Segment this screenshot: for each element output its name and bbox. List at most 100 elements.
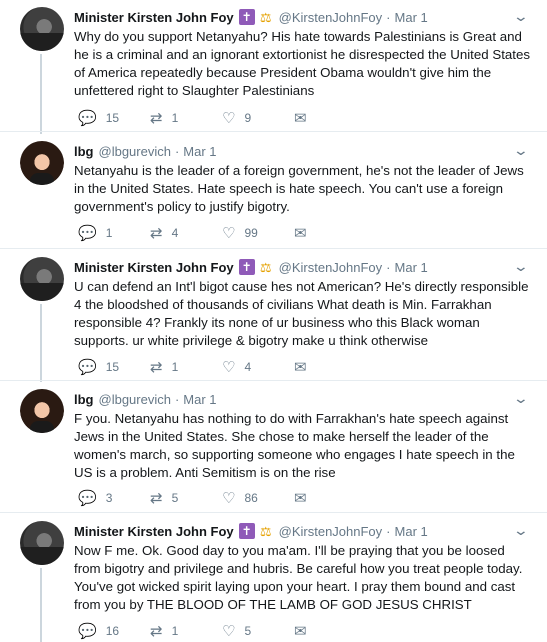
envelope-icon: ✉ — [294, 623, 307, 640]
tweet-5[interactable]: Minister Kirsten John Foy ✝ ⚖ @KirstenJo… — [0, 514, 547, 642]
avatar[interactable] — [20, 389, 64, 433]
tweet-1[interactable]: Minister Kirsten John Foy ✝ ⚖ @KirstenJo… — [0, 0, 547, 134]
envelope-icon: ✉ — [294, 225, 307, 242]
like-count: 4 — [244, 360, 252, 374]
reply-button[interactable]: 💬 3 — [78, 489, 150, 507]
retweet-icon: ⇄ — [150, 110, 163, 127]
thread-line — [40, 54, 42, 134]
author-handle[interactable]: @lbgurevich — [99, 144, 171, 159]
like-count: 86 — [244, 491, 258, 505]
retweet-count: 4 — [171, 226, 179, 240]
reply-icon: 💬 — [78, 110, 97, 127]
retweet-button[interactable]: ⇄ 1 — [150, 358, 222, 376]
retweet-icon: ⇄ — [150, 225, 163, 242]
like-count: 99 — [244, 226, 258, 240]
reply-button[interactable]: 💬 16 — [78, 622, 150, 640]
envelope-icon: ✉ — [294, 110, 307, 127]
dm-button[interactable]: ✉ — [294, 109, 324, 127]
name-badges: ✝ ⚖ — [238, 9, 274, 25]
thread-line — [40, 304, 42, 382]
tweet-text: Netanyahu is the leader of a foreign gov… — [74, 163, 524, 214]
heart-icon: ♡ — [222, 623, 236, 640]
tweet-date[interactable]: Mar 1 — [395, 10, 428, 25]
avatar[interactable] — [20, 7, 64, 51]
tweet-header: Minister Kirsten John Foy ✝ ⚖ @KirstenJo… — [74, 8, 527, 26]
separator-dot: · — [386, 259, 391, 275]
heart-icon: ♡ — [222, 110, 236, 127]
author-name[interactable]: Minister Kirsten John Foy — [74, 10, 234, 25]
scales-icon: ⚖ — [259, 9, 272, 25]
retweet-count: 5 — [171, 491, 179, 505]
tweet-date[interactable]: Mar 1 — [183, 392, 216, 407]
retweet-icon: ⇄ — [150, 490, 163, 507]
reply-count: 3 — [105, 491, 113, 505]
author-name[interactable]: lbg — [74, 144, 94, 159]
retweet-button[interactable]: ⇄ 1 — [150, 622, 222, 640]
chevron-down-icon[interactable]: ⌄ — [513, 258, 529, 275]
tweet-4[interactable]: lbg @lbgurevich · Mar 1 ⌄ F you. Netanya… — [0, 382, 547, 513]
tweet-date[interactable]: Mar 1 — [395, 260, 428, 275]
like-button[interactable]: ♡ 86 — [222, 489, 294, 507]
tweet-date[interactable]: Mar 1 — [395, 524, 428, 539]
reply-count: 16 — [105, 624, 120, 638]
divider — [0, 131, 547, 132]
avatar[interactable] — [20, 257, 64, 301]
chevron-down-icon[interactable]: ⌄ — [513, 522, 529, 539]
tweet-3[interactable]: Minister Kirsten John Foy ✝ ⚖ @KirstenJo… — [0, 250, 547, 382]
dm-button[interactable]: ✉ — [294, 489, 324, 507]
avatar[interactable] — [20, 521, 64, 565]
author-name[interactable]: lbg — [74, 392, 94, 407]
reply-count: 15 — [105, 111, 120, 125]
tweet-date[interactable]: Mar 1 — [183, 144, 216, 159]
reply-button[interactable]: 💬 15 — [78, 358, 150, 376]
tweet-header: lbg @lbgurevich · Mar 1 — [74, 390, 527, 408]
like-button[interactable]: ♡ 99 — [222, 224, 294, 242]
heart-icon: ♡ — [222, 225, 236, 242]
divider — [0, 380, 547, 381]
reply-icon: 💬 — [78, 623, 97, 640]
avatar[interactable] — [20, 141, 64, 185]
separator-dot: · — [174, 143, 180, 159]
like-button[interactable]: ♡ 5 — [222, 622, 294, 640]
author-name[interactable]: Minister Kirsten John Foy — [74, 524, 234, 539]
dm-button[interactable]: ✉ — [294, 358, 324, 376]
cross-icon: ✝ — [238, 259, 255, 275]
reply-button[interactable]: 💬 1 — [78, 224, 150, 242]
like-button[interactable]: ♡ 4 — [222, 358, 294, 376]
like-count: 9 — [244, 111, 252, 125]
dm-button[interactable]: ✉ — [294, 224, 324, 242]
reply-icon: 💬 — [78, 490, 97, 507]
author-handle[interactable]: @KirstenJohnFoy — [279, 10, 383, 25]
tweet-2[interactable]: lbg @lbgurevich · Mar 1 ⌄ Netanyahu is t… — [0, 134, 547, 249]
reply-icon: 💬 — [78, 225, 97, 242]
tweet-text: Why do you support Netanyahu? His hate t… — [74, 29, 531, 98]
reply-icon: 💬 — [78, 359, 97, 376]
chevron-down-icon[interactable]: ⌄ — [513, 390, 529, 407]
cross-icon: ✝ — [238, 523, 255, 539]
tweet-actions: 💬 16 ⇄ 1 ♡ 5 ✉ — [78, 622, 324, 640]
tweet-header: Minister Kirsten John Foy ✝ ⚖ @KirstenJo… — [74, 258, 527, 276]
author-handle[interactable]: @KirstenJohnFoy — [279, 524, 383, 539]
tweet-header: lbg @lbgurevich · Mar 1 — [74, 142, 527, 160]
retweet-button[interactable]: ⇄ 4 — [150, 224, 222, 242]
dm-button[interactable]: ✉ — [294, 622, 324, 640]
retweet-count: 1 — [171, 624, 179, 638]
like-button[interactable]: ♡ 9 — [222, 109, 294, 127]
envelope-icon: ✉ — [294, 359, 307, 376]
chevron-down-icon[interactable]: ⌄ — [513, 142, 529, 159]
author-handle[interactable]: @lbgurevich — [99, 392, 171, 407]
tweet-text: Now F me. Ok. Good day to you ma'am. I'l… — [74, 543, 523, 612]
like-count: 5 — [244, 624, 252, 638]
reply-button[interactable]: 💬 15 — [78, 109, 150, 127]
heart-icon: ♡ — [222, 359, 236, 376]
retweet-count: 1 — [171, 111, 179, 125]
chevron-down-icon[interactable]: ⌄ — [513, 8, 529, 25]
reply-count: 15 — [105, 360, 120, 374]
retweet-button[interactable]: ⇄ 1 — [150, 109, 222, 127]
separator-dot: · — [386, 9, 391, 25]
tweet-text: F you. Netanyahu has nothing to do with … — [74, 411, 515, 480]
separator-dot: · — [386, 523, 391, 539]
author-name[interactable]: Minister Kirsten John Foy — [74, 260, 234, 275]
retweet-button[interactable]: ⇄ 5 — [150, 489, 222, 507]
author-handle[interactable]: @KirstenJohnFoy — [279, 260, 383, 275]
